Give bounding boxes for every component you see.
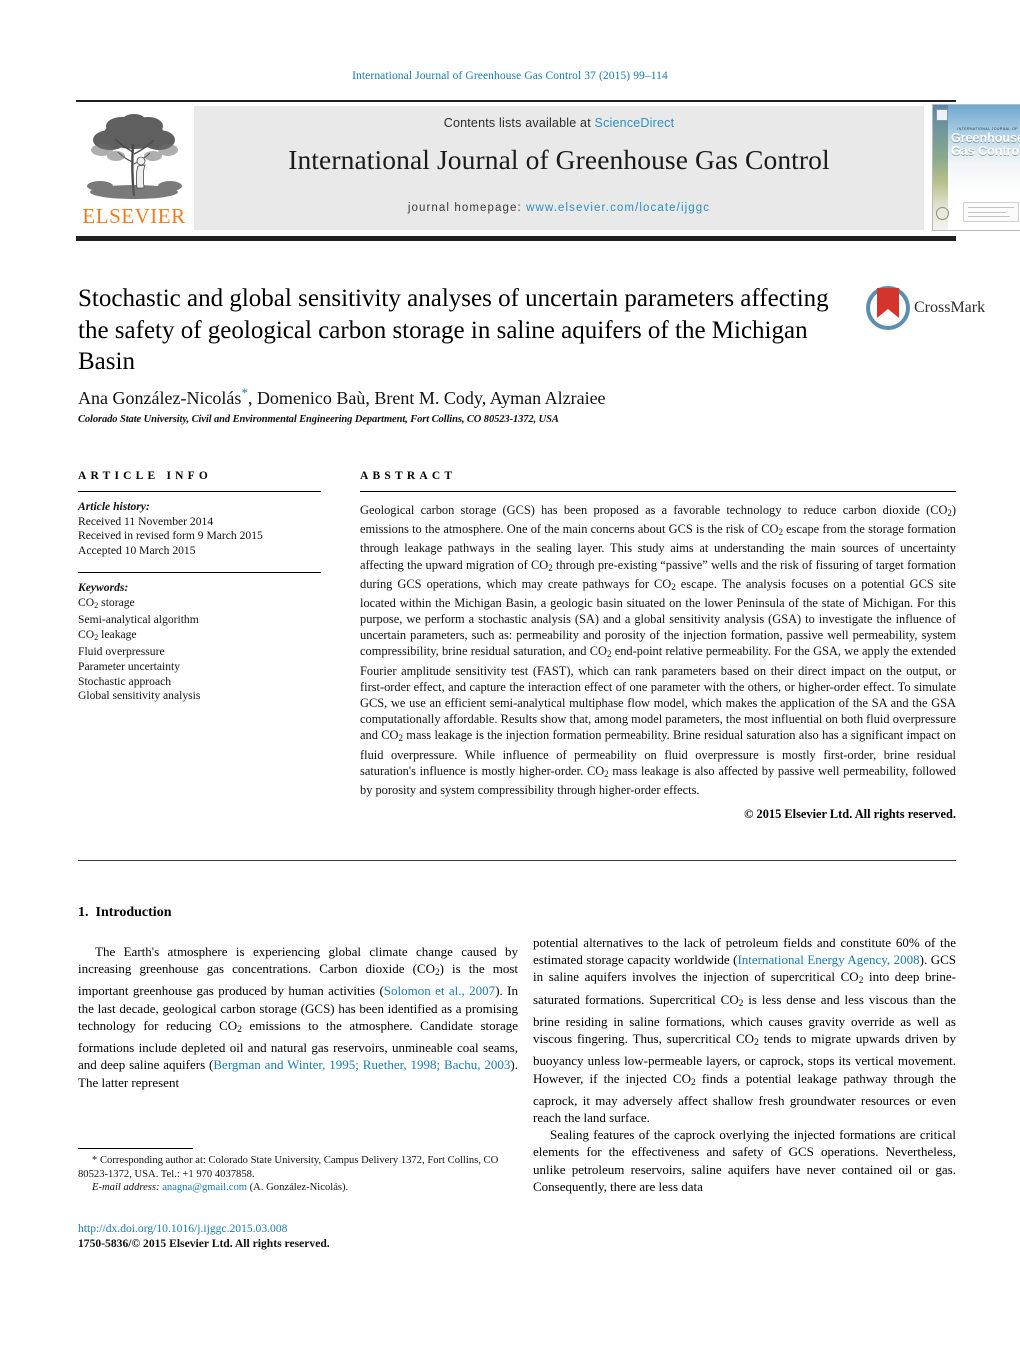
cover-journal-name: Greenhouse Gas Control xyxy=(951,132,1020,158)
article-history: Article history: Received 11 November 20… xyxy=(78,500,321,558)
elsevier-tree-icon xyxy=(82,108,186,202)
article-page: International Journal of Greenhouse Gas … xyxy=(0,0,1020,1351)
cover-footer-line xyxy=(968,207,1014,208)
crossmark-ring-icon xyxy=(866,286,910,330)
section-title-text: Introduction xyxy=(95,905,172,920)
keywords-rule xyxy=(78,572,321,574)
section-heading-introduction: 1. Introduction xyxy=(78,905,171,921)
elsevier-wordmark: ELSEVIER xyxy=(82,204,186,228)
abstract-column: ABSTRACT Geological carbon storage (GCS)… xyxy=(360,470,956,822)
crossmark-badge[interactable]: CrossMark xyxy=(866,286,985,332)
homepage-prefix: journal homepage: xyxy=(407,202,527,214)
doi-block: http://dx.doi.org/10.1016/j.ijggc.2015.0… xyxy=(78,1221,578,1251)
journal-homepage-line: journal homepage: www.elsevier.com/locat… xyxy=(194,202,924,214)
doi-link[interactable]: http://dx.doi.org/10.1016/j.ijggc.2015.0… xyxy=(78,1221,578,1236)
crossmark-bookmark-icon xyxy=(877,288,899,318)
article-info-rule xyxy=(78,491,321,492)
article-history-item: Accepted 10 March 2015 xyxy=(78,543,196,557)
contents-available-line: Contents lists available at ScienceDirec… xyxy=(194,116,924,130)
cover-footer-box xyxy=(963,202,1019,222)
body-paragraph: Sealing features of the caprock overlyin… xyxy=(533,1127,956,1194)
email-link[interactable]: anagna@gmail.com xyxy=(162,1182,247,1193)
masthead-band: Contents lists available at ScienceDirec… xyxy=(194,106,924,230)
page-title: Stochastic and global sensitivity analys… xyxy=(78,285,829,375)
section-number: 1. xyxy=(78,905,89,920)
abstract-copyright: © 2015 Elsevier Ltd. All rights reserved… xyxy=(744,807,956,822)
article-history-label: Article history: xyxy=(78,500,150,513)
journal-masthead: ELSEVIER Contents lists available at Sci… xyxy=(76,100,1020,231)
email-label: E-mail address: xyxy=(92,1182,160,1194)
author-corresponding: Ana González-Nicolás xyxy=(78,388,242,408)
journal-cover-thumbnail: INTERNATIONAL JOURNAL OF Greenhouse Gas … xyxy=(932,104,1020,231)
abstract-text: Geological carbon storage (GCS) has been… xyxy=(360,503,957,797)
paragraph-part: ). GCS in saline aquifers involves the i… xyxy=(533,952,957,1126)
article-history-item: Received 11 November 2014 xyxy=(78,514,214,528)
keyword-item: CO2 storage xyxy=(78,595,135,610)
abstract-bottom-rule xyxy=(78,860,956,861)
author-list-rest: , Domenico Baù, Brent M. Cody, Ayman Alz… xyxy=(247,388,606,408)
abstract-rule xyxy=(360,491,956,492)
keyword-item: Global sensitivity analysis xyxy=(78,689,201,703)
email-note: E-mail address: anagna@gmail.com (A. Gon… xyxy=(78,1181,518,1195)
contents-prefix: Contents lists available at xyxy=(443,116,595,130)
cover-footer-line xyxy=(968,216,1010,217)
cover-seal-icon xyxy=(936,207,949,220)
footnote-block: * Corresponding author at: Colorado Stat… xyxy=(78,1154,518,1195)
cover-logo-square xyxy=(936,109,948,121)
article-info-heading: ARTICLE INFO xyxy=(78,470,213,482)
keyword-item: CO2 leakage xyxy=(78,627,137,642)
issn-copyright-line: 1750-5836/© 2015 Elsevier Ltd. All right… xyxy=(78,1237,330,1250)
journal-homepage-link[interactable]: www.elsevier.com/locate/ijggc xyxy=(526,202,710,214)
body-column-left: The Earth's atmosphere is experiencing g… xyxy=(78,943,518,1091)
abstract-heading: ABSTRACT xyxy=(360,470,457,482)
article-history-item: Received in revised form 9 March 2015 xyxy=(78,529,263,543)
body-paragraph: potential alternatives to the lack of pe… xyxy=(533,934,956,1126)
author-list: Ana González-Nicolás*, Domenico Baù, Bre… xyxy=(78,385,868,409)
cover-footer-line xyxy=(968,212,1006,213)
keyword-item: Semi-analytical algorithm xyxy=(78,613,199,627)
elsevier-logo: ELSEVIER xyxy=(78,106,190,230)
crossmark-label: CrossMark xyxy=(914,299,986,316)
cover-name-line2: Gas Control xyxy=(951,144,1020,158)
email-owner: (A. González-Nicolás). xyxy=(249,1182,349,1194)
journal-title: International Journal of Greenhouse Gas … xyxy=(288,144,830,175)
sciencedirect-link[interactable]: ScienceDirect xyxy=(595,116,675,130)
citation-link[interactable]: Bergman and Winter, 1995; Ruether, 1998;… xyxy=(213,1057,510,1072)
keyword-item: Parameter uncertainty xyxy=(78,660,181,673)
corresponding-author-note: * Corresponding author at: Colorado Stat… xyxy=(78,1155,499,1180)
keywords-label: Keywords: xyxy=(78,581,129,595)
article-info-column: ARTICLE INFO Article history: Received 1… xyxy=(78,470,321,704)
keyword-item: Stochastic approach xyxy=(78,674,172,688)
masthead-heavy-rule xyxy=(76,236,956,241)
affiliation: Colorado State University, Civil and Env… xyxy=(78,414,559,425)
footnote-rule xyxy=(78,1148,193,1149)
keywords-list: Keywords: CO2 storage Semi-analytical al… xyxy=(78,581,321,703)
body-paragraph: The Earth's atmosphere is experiencing g… xyxy=(78,943,518,1091)
citation-link[interactable]: Solomon et al., 2007 xyxy=(384,983,495,998)
running-head: International Journal of Greenhouse Gas … xyxy=(352,70,668,82)
body-column-right: potential alternatives to the lack of pe… xyxy=(533,934,956,1195)
keyword-item: Fluid overpressure xyxy=(78,645,165,659)
masthead-top-rule xyxy=(76,100,956,102)
citation-link[interactable]: International Energy Agency, 2008 xyxy=(737,952,919,967)
